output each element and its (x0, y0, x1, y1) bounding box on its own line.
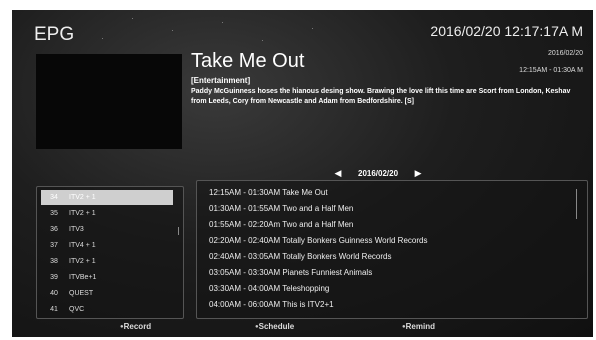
program-time: 12:15AM - 01:30A M (519, 67, 583, 74)
remind-button[interactable]: ● Remind (402, 322, 435, 331)
record-button[interactable]: ● Record (120, 322, 151, 331)
channel-name: ITVBe+1 (69, 274, 97, 281)
video-preview (36, 54, 182, 149)
schedule-label: Schedule (258, 322, 295, 331)
channel-number: 40 (50, 290, 58, 297)
channel-list: 34 ITV2 + 1 35 ITV2 + 1 36 ITV3 37 ITV4 … (36, 186, 184, 319)
channel-name: ITV2 + 1 (69, 194, 96, 201)
channel-row-37[interactable]: 37 ITV4 + 1 (41, 238, 173, 253)
triangle-left-icon[interactable]: ◀ (332, 168, 344, 179)
triangle-right-icon[interactable]: ▶ (412, 168, 424, 179)
schedule-item[interactable]: 12:15AM - 01:30AM Take Me Out (209, 186, 328, 199)
nav-date: 2016/02/20 (358, 168, 399, 178)
channel-name: QUEST (69, 290, 94, 297)
channel-row-34[interactable]: 34 ITV2 + 1 (41, 190, 173, 205)
channel-name: QVC (69, 306, 85, 313)
program-title: Take Me Out (191, 50, 305, 72)
schedule-item[interactable]: 04:00AM - 06:00AM This is ITV2+1 (209, 298, 334, 311)
schedule-button[interactable]: ● Schedule (255, 322, 294, 331)
channel-row-35[interactable]: 35 ITV2 + 1 (41, 206, 173, 221)
page-title: EPG (34, 24, 75, 45)
schedule-list: 12:15AM - 01:30AM Take Me Out 01:30AM - … (196, 180, 588, 319)
schedule-item[interactable]: 01:30AM - 01:55AM Two and a Half Men (209, 202, 353, 215)
channel-name: ITV4 + 1 (69, 242, 96, 249)
schedule-item[interactable]: 02:40AM - 03:05AM Totally Bonkers World … (209, 250, 391, 263)
schedule-scrollbar[interactable] (576, 189, 577, 219)
channel-scrollbar[interactable] (178, 227, 179, 235)
channel-row-39[interactable]: 39 ITVBe+1 (41, 270, 173, 285)
record-label: Record (123, 322, 152, 331)
program-description: Paddy McGuinness hoses the hianous desin… (191, 88, 571, 105)
program-date: 2016/02/20 (547, 50, 583, 57)
schedule-item[interactable]: 03:30AM - 04:00AM Teleshopping (209, 282, 329, 295)
epg-screen: EPG 2016/02/20 12:17:17A M Take Me Out 2… (12, 10, 593, 337)
schedule-item[interactable]: 03:05AM - 03:30AM Pianets Funniest Anima… (209, 266, 372, 279)
channel-number: 34 (50, 194, 58, 201)
channel-row-36[interactable]: 36 ITV3 (41, 222, 173, 237)
schedule-item[interactable]: 02:20AM - 02:40AM Totally Bonkers Guinne… (209, 234, 427, 247)
channel-number: 37 (50, 242, 58, 249)
channel-number: 39 (50, 274, 58, 281)
channel-row-38[interactable]: 38 ITV2 + 1 (41, 254, 173, 269)
channel-number: 36 (50, 226, 58, 233)
channel-number: 41 (50, 306, 58, 313)
program-category: [Entertainment] (191, 76, 251, 85)
channel-name: ITV2 + 1 (69, 258, 96, 265)
channel-number: 38 (50, 258, 58, 265)
date-navigator: ◀ 2016/02/20 ▶ (332, 167, 424, 179)
remind-label: Remind (405, 322, 435, 331)
channel-number: 35 (50, 210, 58, 217)
channel-name: ITV2 + 1 (69, 210, 96, 217)
channel-name: ITV3 (69, 226, 84, 233)
schedule-item[interactable]: 01:55AM - 02:20Am Two and a Half Men (209, 218, 353, 231)
channel-row-41[interactable]: 41 QVC (41, 302, 173, 317)
clock-datetime: 2016/02/20 12:17:17A M (430, 23, 583, 39)
channel-row-40[interactable]: 40 QUEST (41, 286, 173, 301)
